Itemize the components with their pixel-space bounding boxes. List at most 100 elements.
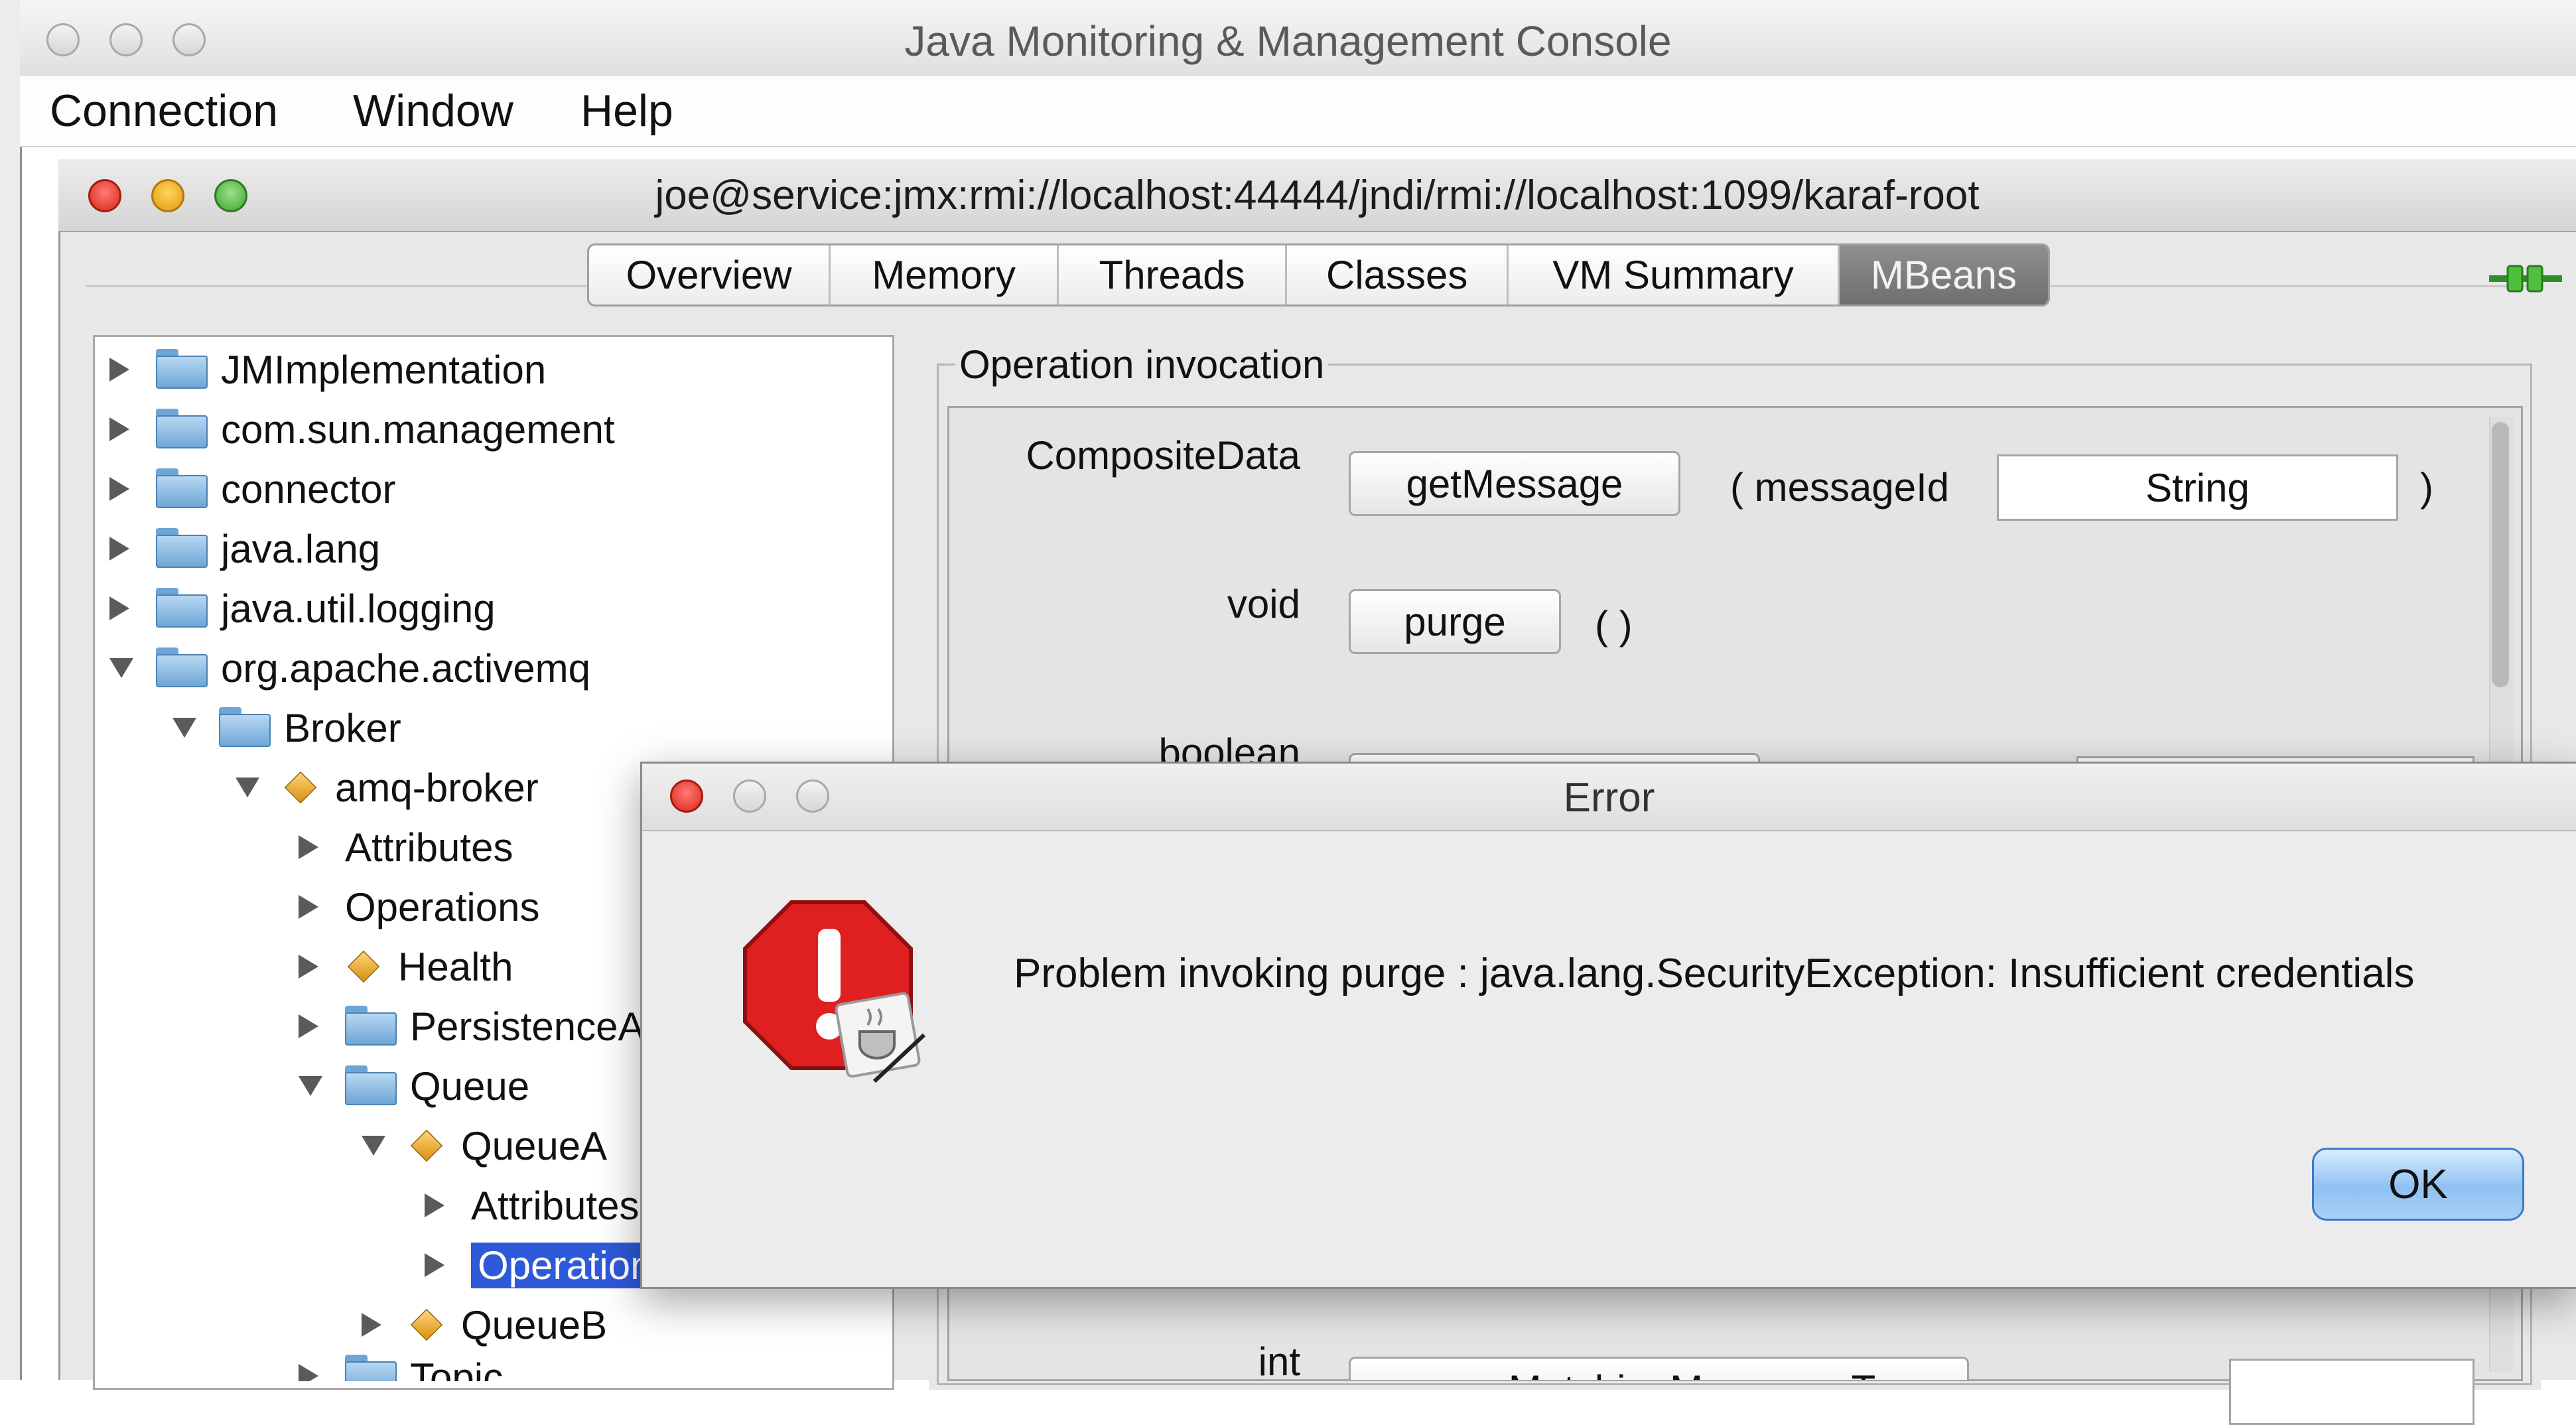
tree-node-label: Operations: [345, 884, 540, 929]
get-message-button[interactable]: getMessage: [1349, 451, 1680, 516]
collapse-arrow-icon[interactable]: [109, 658, 133, 678]
tree-node-label-selected: Operation: [471, 1242, 659, 1288]
param-close: ): [2420, 465, 2433, 509]
tree-node[interactable]: QueueB: [109, 1295, 892, 1355]
tree-node-label: Queue: [410, 1063, 530, 1109]
folder-icon: [345, 1006, 398, 1047]
tab-vm-summary[interactable]: VM Summary: [1509, 245, 1840, 305]
tab-memory[interactable]: Memory: [831, 245, 1059, 305]
mbean-icon: [282, 769, 319, 806]
expand-arrow-icon[interactable]: [299, 1364, 318, 1381]
window-minimize-button[interactable]: [151, 179, 184, 212]
tab-threads[interactable]: Threads: [1059, 245, 1288, 305]
ok-button[interactable]: OK: [2312, 1148, 2524, 1221]
operation-invocation-legend: Operation invocation: [955, 342, 1329, 388]
expand-arrow-icon[interactable]: [299, 835, 318, 859]
connection-status-icon: [2489, 262, 2562, 295]
collapse-arrow-icon[interactable]: [172, 718, 196, 738]
error-stop-icon: [742, 899, 927, 1085]
app-close-button[interactable]: [46, 23, 80, 56]
menu-connection[interactable]: Connection: [50, 81, 278, 141]
tree-node-label: JMImplementation: [221, 347, 547, 392]
app-minimize-button[interactable]: [109, 23, 143, 56]
tree-node-label: java.util.logging: [221, 586, 496, 631]
tab-overview[interactable]: Overview: [589, 245, 831, 305]
tree-node-label: Attributes: [345, 825, 513, 870]
expand-arrow-icon[interactable]: [299, 1014, 318, 1038]
folder-icon: [156, 468, 209, 509]
tree-node-label: connector: [221, 466, 396, 511]
expand-arrow-icon[interactable]: [109, 537, 129, 561]
tree-node-label: QueueB: [461, 1302, 608, 1347]
mbean-icon: [408, 1127, 445, 1164]
window-edge: [0, 0, 22, 1380]
tree-node-label: PersistenceA: [410, 1004, 645, 1049]
expand-arrow-icon[interactable]: [362, 1313, 381, 1337]
expand-arrow-icon[interactable]: [109, 596, 129, 620]
tree-node[interactable]: org.apache.activemq: [109, 638, 892, 698]
error-message: Problem invoking purge : java.lang.Secur…: [1014, 951, 2415, 996]
collapse-arrow-icon[interactable]: [362, 1136, 385, 1156]
error-dialog: [640, 762, 2576, 1289]
folder-icon: [345, 1355, 398, 1381]
purge-button[interactable]: purge: [1349, 589, 1561, 654]
app-zoom-button[interactable]: [172, 23, 206, 56]
expand-arrow-icon[interactable]: [299, 955, 318, 979]
expand-arrow-icon[interactable]: [425, 1253, 444, 1277]
expand-arrow-icon[interactable]: [425, 1193, 444, 1217]
dialog-minimize-button[interactable]: [733, 780, 766, 813]
tree-node[interactable]: JMImplementation: [109, 340, 892, 399]
tree-node-label: amq-broker: [335, 765, 539, 810]
tree-node-label: QueueA: [461, 1123, 608, 1168]
mbean-icon: [345, 948, 382, 985]
tab-bar: Overview Memory Threads Classes VM Summa…: [587, 243, 2050, 306]
return-type-void: void: [1227, 582, 1300, 626]
expand-arrow-icon[interactable]: [109, 417, 129, 441]
folder-icon: [345, 1065, 398, 1107]
collapse-arrow-icon[interactable]: [236, 778, 259, 797]
window-close-button[interactable]: [88, 179, 121, 212]
tree-node[interactable]: Topic: [109, 1355, 892, 1381]
copy-matching-button-clip: copyMatchingMessagesTo: [1349, 1357, 1969, 1380]
copy-matching-messages-button[interactable]: copyMatchingMessagesTo: [1349, 1357, 1969, 1380]
return-type-int: int: [1258, 1339, 1300, 1384]
expand-arrow-icon[interactable]: [109, 477, 129, 501]
tree-node[interactable]: connector: [109, 459, 892, 519]
tree-node-label: java.lang: [221, 526, 381, 571]
tree-node[interactable]: Broker: [109, 698, 892, 758]
menu-help[interactable]: Help: [580, 81, 673, 141]
tab-mbeans[interactable]: MBeans: [1839, 245, 2048, 305]
expand-arrow-icon[interactable]: [299, 895, 318, 919]
tree-node[interactable]: java.lang: [109, 519, 892, 578]
tree-node-label: Broker: [284, 705, 401, 750]
tree-node-label: com.sun.management: [221, 407, 615, 452]
expand-arrow-icon[interactable]: [109, 358, 129, 381]
dialog-zoom-button[interactable]: [796, 780, 829, 813]
purge-params: ( ): [1595, 603, 1633, 647]
tree-node-label: org.apache.activemq: [221, 645, 590, 691]
param-field[interactable]: [2229, 1359, 2474, 1425]
mbean-icon: [408, 1306, 445, 1343]
tree-node-label: Health: [398, 944, 513, 989]
dialog-close-button[interactable]: [670, 780, 703, 813]
app-title: Java Monitoring & Management Console: [904, 17, 1672, 65]
connection-title: joe@service:jmx:rmi://localhost:44444/jn…: [655, 172, 1980, 218]
tree-node-label: Attributes: [471, 1183, 640, 1228]
folder-icon: [156, 528, 209, 569]
tree-node-label: Topic: [410, 1355, 504, 1381]
return-type-compositedata: CompositeData: [1026, 433, 1300, 478]
window-zoom-button[interactable]: [214, 179, 247, 212]
menu-window[interactable]: Window: [353, 81, 513, 141]
tab-classes[interactable]: Classes: [1287, 245, 1509, 305]
folder-icon: [156, 409, 209, 450]
tree-node[interactable]: com.sun.management: [109, 399, 892, 459]
folder-icon: [156, 647, 209, 689]
param-open: ( messageId: [1730, 465, 1950, 509]
operations-scroll-thumb[interactable]: [2492, 422, 2509, 687]
message-id-field[interactable]: [1997, 454, 2398, 521]
folder-icon: [219, 707, 272, 748]
error-dialog-title: Error: [1563, 775, 1655, 821]
collapse-arrow-icon[interactable]: [299, 1076, 322, 1096]
folder-icon: [156, 349, 209, 390]
tree-node[interactable]: java.util.logging: [109, 578, 892, 638]
